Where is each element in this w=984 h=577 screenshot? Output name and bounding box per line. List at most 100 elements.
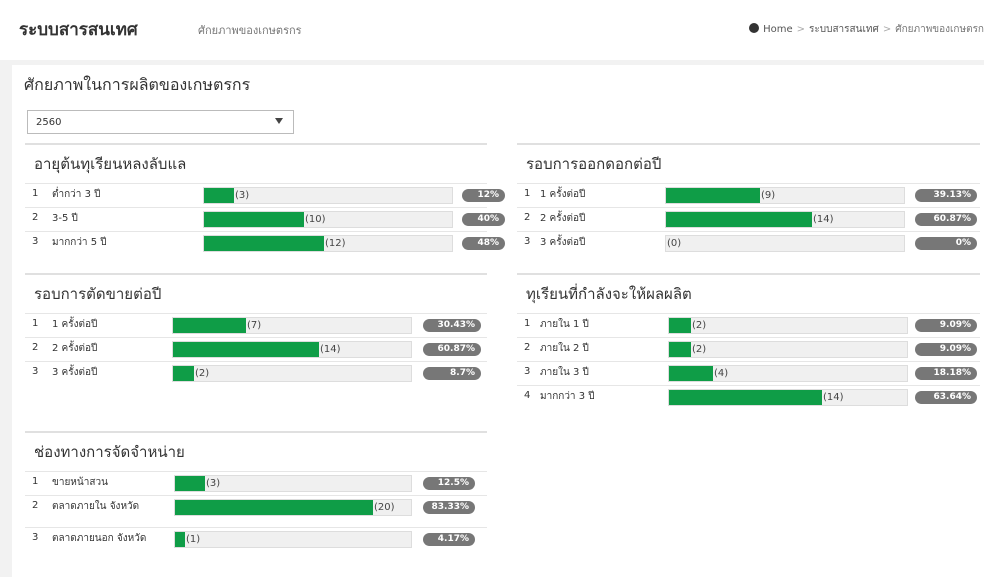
row-label: 1 ครั้งต่อปี [540, 189, 586, 200]
percent-badge: 40% [462, 213, 505, 226]
progress-bar: (2) [172, 365, 412, 382]
row-number: 4 [524, 390, 531, 401]
percent-badge: 9.09% [915, 319, 977, 332]
count-label: (12) [325, 238, 346, 249]
row-label: ภายใน 2 ปี [540, 343, 589, 354]
percent-badge: 48% [462, 237, 505, 250]
list-item: 3 3 ครั้งต่อปี (2) 8.7% [25, 361, 487, 385]
list-item: 2 2 ครั้งต่อปี (14) 60.87% [517, 207, 980, 231]
panel-tree-age: อายุต้นทุเรียนหลงลับแล 1 ต่ำกว่า 3 ปี (3) 12… [25, 143, 505, 255]
panel-title: อายุต้นทุเรียนหลงลับแล [34, 155, 187, 173]
row-number: 3 [32, 366, 39, 377]
row-number: 3 [32, 236, 39, 247]
progress-bar: (14) [665, 211, 905, 228]
progress-bar-fill [204, 188, 234, 203]
row-label: ตลาดภายนอก จังหวัด [52, 533, 147, 544]
row-label: ขายหน้าสวน [52, 477, 108, 488]
row-label: 2 ครั้งต่อปี [52, 343, 98, 354]
row-label: ภายใน 3 ปี [540, 367, 589, 378]
row-number: 3 [524, 236, 531, 247]
count-label: (3) [206, 478, 221, 489]
count-label: (20) [374, 502, 395, 513]
progress-bar: (2) [668, 341, 908, 358]
row-number: 1 [32, 188, 39, 199]
progress-bar: (0) [665, 235, 905, 252]
dashboard-icon [749, 23, 760, 33]
progress-bar-fill [204, 236, 324, 251]
percent-badge: 0% [915, 237, 977, 250]
count-label: (4) [714, 368, 729, 379]
count-label: (7) [247, 320, 262, 331]
percent-badge: 9.09% [915, 343, 977, 356]
breadcrumb-system-link[interactable]: ระบบสารสนเทศ [809, 24, 879, 35]
progress-bar: (10) [203, 211, 453, 228]
progress-bar: (12) [203, 235, 453, 252]
row-number: 3 [32, 532, 39, 543]
percent-badge: 39.13% [915, 189, 977, 202]
breadcrumb: Home > ระบบสารสนเทศ > ศักยภาพของเกษตรก [749, 22, 984, 37]
app-title: ระบบสารสนเทศ [19, 20, 138, 40]
row-number: 1 [524, 188, 531, 199]
progress-bar: (3) [203, 187, 453, 204]
list-item: 1 ภายใน 1 ปี (2) 9.09% [517, 313, 980, 337]
list-item: 3 ตลาดภายนอก จังหวัด (1) 4.17% [25, 527, 487, 559]
row-number: 1 [32, 318, 39, 329]
list-item: 1 ต่ำกว่า 3 ปี (3) 12% [25, 183, 505, 207]
progress-bar-fill [175, 500, 373, 515]
percent-badge: 63.64% [915, 391, 977, 404]
count-label: (14) [823, 392, 844, 403]
list-item: 3 ภายใน 3 ปี (4) 18.18% [517, 361, 980, 385]
row-number: 2 [32, 212, 39, 223]
list-item: 2 ภายใน 2 ปี (2) 9.09% [517, 337, 980, 361]
progress-bar: (7) [172, 317, 412, 334]
progress-bar: (1) [174, 531, 412, 548]
progress-bar: (3) [174, 475, 412, 492]
progress-bar-fill [204, 212, 304, 227]
row-number: 1 [524, 318, 531, 329]
page-title: ศักยภาพในการผลิตของเกษตรกร [24, 75, 251, 94]
list-item: 1 1 ครั้งต่อปี (7) 30.43% [25, 313, 487, 337]
percent-badge: 83.33% [423, 501, 475, 514]
panel-title: ช่องทางการจัดจำหน่าย [34, 443, 185, 461]
row-number: 2 [524, 342, 531, 353]
panel-harvest-rounds: รอบการตัดขายต่อปี 1 1 ครั้งต่อปี (7) 30.43% 2… [25, 273, 487, 385]
count-label: (1) [186, 534, 201, 545]
panel-sales-channels: ช่องทางการจัดจำหน่าย 1 ขายหน้าสวน (3) 12.5% 2… [25, 431, 487, 559]
row-number: 3 [524, 366, 531, 377]
row-label: 2 ครั้งต่อปี [540, 213, 586, 224]
count-label: (10) [305, 214, 326, 225]
list-item: 2 3-5 ปี (10) 40% [25, 207, 505, 231]
list-item: 1 1 ครั้งต่อปี (9) 39.13% [517, 183, 980, 207]
breadcrumb-home-link[interactable]: Home [763, 24, 793, 35]
percent-badge: 18.18% [915, 367, 977, 380]
progress-bar: (14) [172, 341, 412, 358]
count-label: (2) [692, 344, 707, 355]
panel-title: รอบการตัดขายต่อปี [34, 285, 162, 303]
list-item: 2 ตลาดภายใน จังหวัด (20) 83.33% [25, 495, 487, 527]
percent-badge: 30.43% [423, 319, 481, 332]
breadcrumb-separator: > [796, 24, 805, 35]
panel-title: รอบการออกดอกต่อปี [526, 155, 662, 173]
progress-bar-fill [669, 390, 822, 405]
year-select[interactable]: 2560 [27, 110, 294, 134]
count-label: (0) [667, 238, 682, 249]
breadcrumb-separator: > [882, 24, 892, 35]
count-label: (2) [692, 320, 707, 331]
row-label: 3-5 ปี [52, 213, 78, 224]
progress-bar: (14) [668, 389, 908, 406]
count-label: (14) [320, 344, 341, 355]
count-label: (2) [195, 368, 210, 379]
progress-bar: (9) [665, 187, 905, 204]
progress-bar-fill [173, 318, 246, 333]
percent-badge: 12.5% [423, 477, 475, 490]
count-label: (14) [813, 214, 834, 225]
breadcrumb-current: ศักยภาพของเกษตรก [895, 24, 984, 35]
year-select-value: 2560 [36, 117, 62, 128]
percent-badge: 8.7% [423, 367, 481, 380]
row-label: 3 ครั้งต่อปี [540, 237, 586, 248]
row-label: มากกว่า 3 ปี [540, 391, 595, 402]
row-label: มากกว่า 5 ปี [52, 237, 107, 248]
progress-bar-fill [669, 342, 691, 357]
panel-title: ทุเรียนที่กำลังจะให้ผลผลิต [526, 285, 692, 303]
progress-bar-fill [669, 366, 713, 381]
